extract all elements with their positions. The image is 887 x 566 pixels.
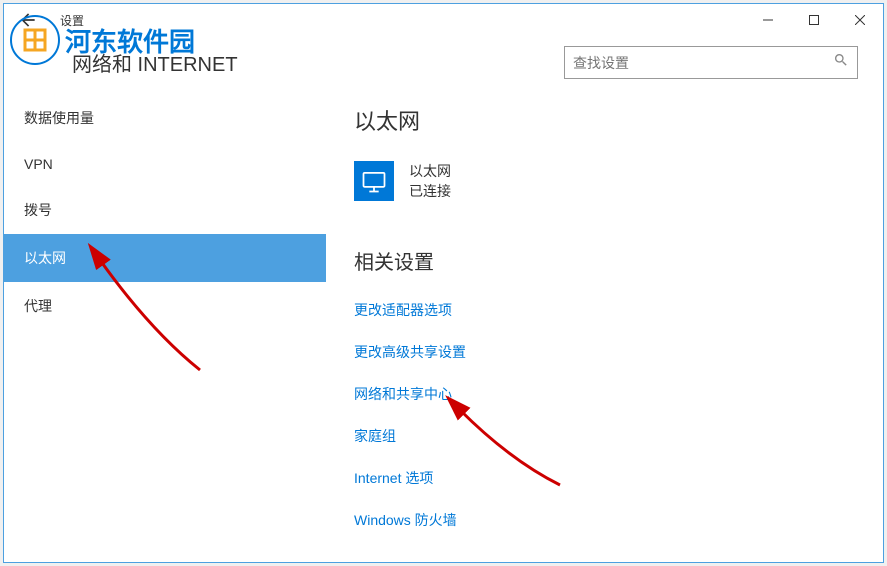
content-area: 以太网 以太网 已连接 相关设置 更改适配器选项 更改高级共享设置 网络和共享中… <box>326 94 883 557</box>
sidebar-item-ethernet[interactable]: 以太网 <box>4 234 326 282</box>
link-sharing-settings[interactable]: 更改高级共享设置 <box>354 342 883 362</box>
minimize-icon <box>763 15 773 25</box>
maximize-button[interactable] <box>791 4 837 36</box>
close-icon <box>855 15 865 25</box>
titlebar: 设置 <box>4 4 883 36</box>
header: 网络和 INTERNET <box>4 36 883 94</box>
search-box[interactable] <box>564 46 858 79</box>
link-firewall[interactable]: Windows 防火墙 <box>354 510 883 530</box>
link-homegroup[interactable]: 家庭组 <box>354 426 883 446</box>
sidebar: 数据使用量 VPN 拨号 以太网 代理 <box>4 94 326 557</box>
arrow-left-icon <box>18 10 38 30</box>
link-network-center[interactable]: 网络和共享中心 <box>354 384 883 404</box>
sidebar-item-data-usage[interactable]: 数据使用量 <box>4 94 326 142</box>
sidebar-item-proxy[interactable]: 代理 <box>4 282 326 330</box>
search-input[interactable] <box>573 55 833 71</box>
maximize-icon <box>809 15 819 25</box>
window-title: 设置 <box>60 12 84 29</box>
ethernet-icon <box>354 161 394 201</box>
minimize-button[interactable] <box>745 4 791 36</box>
sidebar-item-dialup[interactable]: 拨号 <box>4 186 326 234</box>
sidebar-item-vpn[interactable]: VPN <box>4 142 326 186</box>
network-item[interactable]: 以太网 已连接 <box>354 161 883 201</box>
link-internet-options[interactable]: Internet 选项 <box>354 468 883 488</box>
body: 数据使用量 VPN 拨号 以太网 代理 以太网 以太网 已连接 相关设置 更改适… <box>4 94 883 557</box>
related-heading: 相关设置 <box>354 246 883 275</box>
back-button[interactable] <box>4 4 52 36</box>
settings-window: 设置 网络和 INTERNET 数据使用量 VPN 拨号 以太网 <box>3 3 884 563</box>
search-icon <box>833 52 849 73</box>
network-text: 以太网 已连接 <box>409 161 451 201</box>
window-controls <box>745 4 883 36</box>
network-name: 以太网 <box>409 161 451 181</box>
page-heading: 以太网 <box>354 104 883 136</box>
link-adapter-options[interactable]: 更改适配器选项 <box>354 300 883 320</box>
network-status: 已连接 <box>409 181 451 201</box>
close-button[interactable] <box>837 4 883 36</box>
page-subtitle: 网络和 INTERNET <box>24 48 238 77</box>
